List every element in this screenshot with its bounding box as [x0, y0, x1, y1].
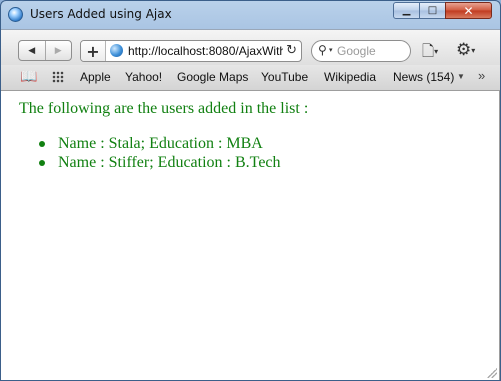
- back-arrow-icon: ◀: [28, 45, 36, 56]
- close-button[interactable]: ✕: [445, 2, 492, 19]
- bookmark-google-maps[interactable]: Google Maps: [177, 70, 248, 84]
- back-forward-group: ◀ ▶: [18, 40, 72, 61]
- user-entry-text: Name : Stiffer; Education : B.Tech: [58, 154, 281, 171]
- more-bookmarks-icon[interactable]: »: [478, 68, 485, 83]
- bookmark-apple[interactable]: Apple: [80, 70, 111, 84]
- address-input[interactable]: http://localhost:8080/AjaxWithJSP: [128, 44, 283, 58]
- safari-app-icon[interactable]: [8, 7, 23, 22]
- book-icon[interactable]: 📖: [20, 68, 37, 85]
- forward-button[interactable]: ▶: [44, 41, 72, 60]
- bookmark-wikipedia[interactable]: Wikipedia: [324, 70, 376, 84]
- browser-window: Users Added using Ajax ▁ □ ✕ ◀ ▶ + http:…: [0, 0, 501, 381]
- users-intro-text: The following are the users added in the…: [19, 100, 309, 117]
- minimize-icon: ▁: [402, 5, 411, 16]
- page-content: The following are the users added in the…: [1, 91, 500, 380]
- search-dropdown-icon[interactable]: ▾: [329, 46, 333, 54]
- navigation-toolbar: ◀ ▶ + http://localhost:8080/AjaxWithJSP …: [1, 29, 500, 66]
- bookmarks-bar: 📖 Apple Yahoo! Google Maps YouTube Wikip…: [1, 65, 500, 91]
- search-input[interactable]: [337, 44, 407, 58]
- bookmark-news[interactable]: News (154): [393, 70, 454, 84]
- search-icon[interactable]: ⚲: [318, 43, 327, 57]
- page-menu-dropdown-icon: ▾: [434, 47, 439, 56]
- forward-arrow-icon: ▶: [54, 45, 62, 56]
- page-icon: 🗋: [422, 42, 435, 60]
- bookmark-youtube[interactable]: YouTube: [261, 70, 308, 84]
- search-box[interactable]: ⚲ ▾: [311, 40, 411, 62]
- window-title: Users Added using Ajax: [30, 7, 172, 21]
- plus-icon: +: [86, 41, 100, 61]
- bullet-icon: [39, 160, 45, 166]
- title-bar[interactable]: Users Added using Ajax ▁ □ ✕: [1, 1, 500, 29]
- user-entry-text: Name : Stala; Education : MBA: [58, 135, 263, 152]
- settings-dropdown-icon: ▾: [471, 46, 476, 55]
- bullet-icon: [39, 141, 45, 147]
- bookmark-yahoo[interactable]: Yahoo!: [125, 70, 162, 84]
- page-menu-button[interactable]: 🗋▾: [422, 41, 438, 66]
- news-dropdown-icon[interactable]: ▼: [457, 72, 465, 81]
- minimize-button[interactable]: ▁: [393, 2, 420, 19]
- resize-grip-icon[interactable]: [487, 368, 497, 378]
- back-button[interactable]: ◀: [19, 41, 45, 60]
- reload-icon[interactable]: ↻: [286, 43, 297, 58]
- maximize-icon: □: [427, 5, 438, 16]
- grid-icon[interactable]: [52, 71, 64, 83]
- close-icon: ✕: [463, 3, 474, 18]
- globe-icon: [110, 44, 123, 57]
- gear-icon: ⚙: [456, 40, 472, 60]
- maximize-button[interactable]: □: [419, 2, 446, 19]
- address-bar[interactable]: + http://localhost:8080/AjaxWithJSP ↻: [80, 40, 302, 62]
- settings-menu-button[interactable]: ⚙▾: [456, 40, 475, 60]
- add-bookmark-button[interactable]: +: [81, 41, 106, 61]
